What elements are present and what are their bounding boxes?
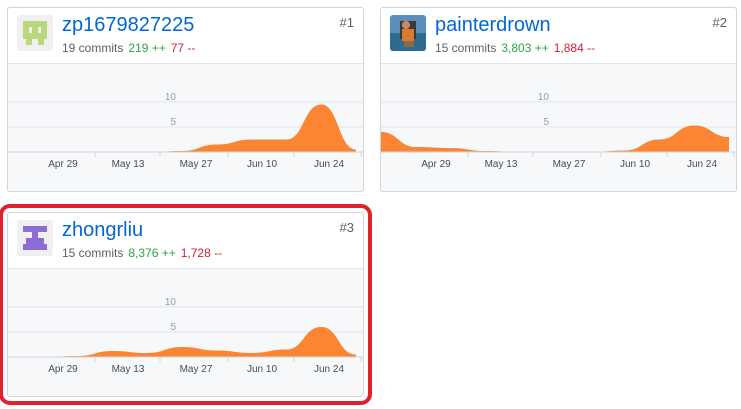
photo-avatar-icon[interactable] xyxy=(390,15,426,51)
x-tick-label: Jun 10 xyxy=(247,364,277,375)
contribution-area-chart: 10 5 Apr 29 May 13 May 27 Jun 10 Jun 24 xyxy=(381,92,736,170)
contributor-stats: 19 commits 219 ++ 77 -- xyxy=(62,41,195,55)
contributor-rank: #1 xyxy=(339,15,354,30)
x-tick-label: Apr 29 xyxy=(48,159,78,170)
contribution-chart: 10 5 Apr 29 May 13 May 27 Jun 10 Jun 24 xyxy=(381,64,736,191)
contributor-card-3: zhongrliu 15 commits 8,376 ++ 1,728 -- #3 … xyxy=(0,204,372,405)
card-header: painterdrown 15 commits 3,803 ++ 1,884 -- … xyxy=(381,8,736,64)
x-tick-label: May 27 xyxy=(553,159,586,170)
contributor-rank: #3 xyxy=(339,220,354,235)
y-tick-label: 5 xyxy=(170,117,176,128)
contributor-stats: 15 commits 8,376 ++ 1,728 -- xyxy=(62,246,222,260)
x-tick-label: Apr 29 xyxy=(421,159,451,170)
contribution-chart: 10 5 Apr 29 May 13 May 27 Jun 10 Jun 24 xyxy=(8,269,363,396)
x-tick-label: Apr 29 xyxy=(48,364,78,375)
deletions-count: 1,728 -- xyxy=(180,246,223,260)
contributor-username-link[interactable]: zp1679827225 xyxy=(62,14,194,37)
card-header: zhongrliu 15 commits 8,376 ++ 1,728 -- #3 xyxy=(8,213,363,269)
x-tick-label: May 13 xyxy=(485,159,518,170)
x-tick-label: Jun 24 xyxy=(687,159,717,170)
identicon-green-icon[interactable] xyxy=(17,15,53,51)
x-tick-label: Jun 24 xyxy=(314,159,344,170)
x-tick-label: May 27 xyxy=(180,364,213,375)
contributor-rank: #2 xyxy=(712,15,727,30)
x-tick-label: Jun 10 xyxy=(247,159,277,170)
identicon-purple-icon[interactable] xyxy=(17,220,53,256)
deletions-count: 1,884 -- xyxy=(553,41,596,55)
card-header: zp1679827225 19 commits 219 ++ 77 -- #1 xyxy=(8,8,363,64)
deletions-count: 77 -- xyxy=(170,41,196,55)
y-tick-label: 10 xyxy=(165,92,177,103)
x-tick-label: May 13 xyxy=(112,364,145,375)
contributor-username-link[interactable]: zhongrliu xyxy=(62,219,143,242)
contribution-area-chart: 10 5 Apr 29 May 13 May 27 Jun 10 Jun 24 xyxy=(8,92,363,170)
contributor-card-2: painterdrown 15 commits 3,803 ++ 1,884 -- … xyxy=(380,7,737,192)
contribution-area xyxy=(381,125,729,152)
commit-count: 19 commits xyxy=(62,41,124,55)
additions-count: 219 ++ xyxy=(128,41,166,55)
contribution-chart: 10 5 Apr 29 May 13 May 27 Jun 10 Jun 24 xyxy=(8,64,363,191)
y-tick-label: 10 xyxy=(538,92,550,103)
contributor-stats: 15 commits 3,803 ++ 1,884 -- xyxy=(435,41,595,55)
commit-count: 15 commits xyxy=(62,246,124,260)
contributor-card-1: zp1679827225 19 commits 219 ++ 77 -- #1 10… xyxy=(7,7,364,192)
additions-count: 8,376 ++ xyxy=(128,246,176,260)
contribution-area-chart: 10 5 Apr 29 May 13 May 27 Jun 10 Jun 24 xyxy=(8,297,363,375)
y-tick-label: 5 xyxy=(170,322,176,333)
y-tick-label: 10 xyxy=(165,297,177,308)
x-tick-label: Jun 10 xyxy=(620,159,650,170)
commit-count: 15 commits xyxy=(435,41,497,55)
x-tick-label: May 27 xyxy=(180,159,213,170)
x-tick-label: May 13 xyxy=(112,159,145,170)
additions-count: 3,803 ++ xyxy=(501,41,549,55)
contributor-username-link[interactable]: painterdrown xyxy=(435,14,551,37)
x-tick-label: Jun 24 xyxy=(314,364,344,375)
contribution-area xyxy=(8,104,356,152)
y-tick-label: 5 xyxy=(543,117,549,128)
